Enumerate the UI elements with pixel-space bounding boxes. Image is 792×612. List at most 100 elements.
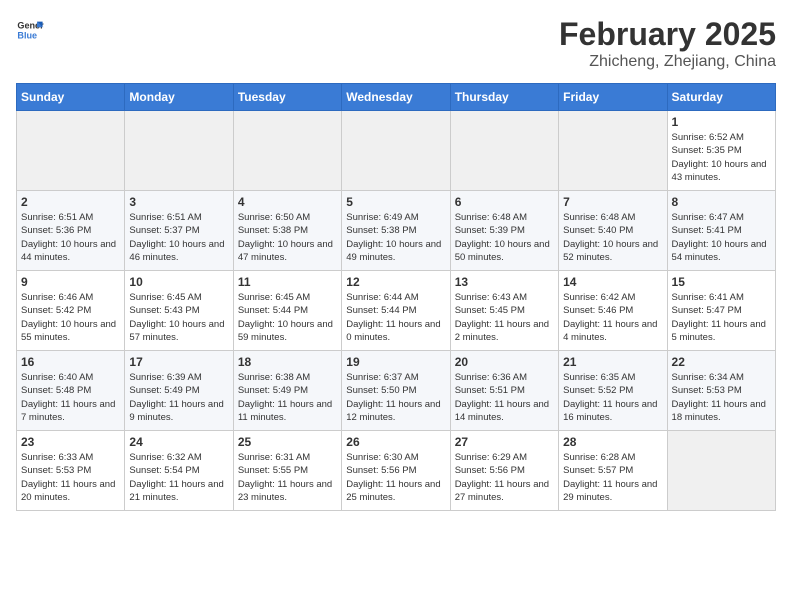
day-info: Sunrise: 6:51 AM Sunset: 5:37 PM Dayligh…: [129, 211, 228, 264]
day-number: 10: [129, 275, 228, 289]
calendar-day-cell: 6 Sunrise: 6:48 AM Sunset: 5:39 PM Daylig…: [450, 191, 558, 271]
day-number: 3: [129, 195, 228, 209]
calendar-day-cell: [233, 111, 341, 191]
calendar-day-cell: 3 Sunrise: 6:51 AM Sunset: 5:37 PM Daylig…: [125, 191, 233, 271]
calendar-day-cell: 7 Sunrise: 6:48 AM Sunset: 5:40 PM Daylig…: [559, 191, 667, 271]
day-info: Sunrise: 6:48 AM Sunset: 5:40 PM Dayligh…: [563, 211, 662, 264]
logo-icon: General Blue: [16, 16, 44, 44]
title-section: February 2025 Zhicheng, Zhejiang, China: [559, 16, 776, 71]
day-info: Sunrise: 6:31 AM Sunset: 5:55 PM Dayligh…: [238, 451, 337, 504]
day-number: 17: [129, 355, 228, 369]
weekday-header-cell: Monday: [125, 84, 233, 111]
day-number: 24: [129, 435, 228, 449]
day-number: 1: [672, 115, 771, 129]
weekday-header-cell: Wednesday: [342, 84, 450, 111]
calendar-day-cell: 5 Sunrise: 6:49 AM Sunset: 5:38 PM Daylig…: [342, 191, 450, 271]
calendar-week-row: 2 Sunrise: 6:51 AM Sunset: 5:36 PM Daylig…: [17, 191, 776, 271]
day-number: 13: [455, 275, 554, 289]
calendar-day-cell: 2 Sunrise: 6:51 AM Sunset: 5:36 PM Daylig…: [17, 191, 125, 271]
day-info: Sunrise: 6:45 AM Sunset: 5:44 PM Dayligh…: [238, 291, 337, 344]
day-number: 2: [21, 195, 120, 209]
weekday-header-row: SundayMondayTuesdayWednesdayThursdayFrid…: [17, 84, 776, 111]
day-number: 22: [672, 355, 771, 369]
day-number: 15: [672, 275, 771, 289]
day-info: Sunrise: 6:50 AM Sunset: 5:38 PM Dayligh…: [238, 211, 337, 264]
day-number: 11: [238, 275, 337, 289]
calendar-day-cell: 25 Sunrise: 6:31 AM Sunset: 5:55 PM Dayli…: [233, 431, 341, 511]
day-number: 9: [21, 275, 120, 289]
calendar-day-cell: 21Sunrise: 6:35 AM Sunset: 5:52 PM Dayli…: [559, 351, 667, 431]
day-number: 23: [21, 435, 120, 449]
calendar-day-cell: [342, 111, 450, 191]
day-info: Sunrise: 6:36 AM Sunset: 5:51 PM Dayligh…: [455, 371, 554, 424]
calendar-day-cell: [125, 111, 233, 191]
day-number: 4: [238, 195, 337, 209]
day-info: Sunrise: 6:44 AM Sunset: 5:44 PM Dayligh…: [346, 291, 445, 344]
day-number: 6: [455, 195, 554, 209]
day-number: 21: [563, 355, 662, 369]
calendar-day-cell: 23Sunrise: 6:33 AM Sunset: 5:53 PM Dayli…: [17, 431, 125, 511]
weekday-header-cell: Friday: [559, 84, 667, 111]
day-info: Sunrise: 6:38 AM Sunset: 5:49 PM Dayligh…: [238, 371, 337, 424]
day-info: Sunrise: 6:40 AM Sunset: 5:48 PM Dayligh…: [21, 371, 120, 424]
calendar-day-cell: 16 Sunrise: 6:40 AM Sunset: 5:48 PM Dayli…: [17, 351, 125, 431]
day-info: Sunrise: 6:46 AM Sunset: 5:42 PM Dayligh…: [21, 291, 120, 344]
calendar-day-cell: 17 Sunrise: 6:39 AM Sunset: 5:49 PM Dayli…: [125, 351, 233, 431]
day-number: 19: [346, 355, 445, 369]
day-number: 7: [563, 195, 662, 209]
calendar-day-cell: [450, 111, 558, 191]
calendar-day-cell: 10 Sunrise: 6:45 AM Sunset: 5:43 PM Dayli…: [125, 271, 233, 351]
day-number: 28: [563, 435, 662, 449]
weekday-header-cell: Thursday: [450, 84, 558, 111]
day-info: Sunrise: 6:30 AM Sunset: 5:56 PM Dayligh…: [346, 451, 445, 504]
calendar-day-cell: 11 Sunrise: 6:45 AM Sunset: 5:44 PM Dayli…: [233, 271, 341, 351]
calendar-day-cell: 8 Sunrise: 6:47 AM Sunset: 5:41 PM Daylig…: [667, 191, 775, 271]
svg-text:Blue: Blue: [17, 30, 37, 40]
calendar-day-cell: 13 Sunrise: 6:43 AM Sunset: 5:45 PM Dayli…: [450, 271, 558, 351]
weekday-header-cell: Saturday: [667, 84, 775, 111]
day-info: Sunrise: 6:37 AM Sunset: 5:50 PM Dayligh…: [346, 371, 445, 424]
day-info: Sunrise: 6:49 AM Sunset: 5:38 PM Dayligh…: [346, 211, 445, 264]
calendar-week-row: 9 Sunrise: 6:46 AM Sunset: 5:42 PM Daylig…: [17, 271, 776, 351]
location-title: Zhicheng, Zhejiang, China: [559, 53, 776, 71]
day-info: Sunrise: 6:45 AM Sunset: 5:43 PM Dayligh…: [129, 291, 228, 344]
calendar-day-cell: 28 Sunrise: 6:28 AM Sunset: 5:57 PM Dayli…: [559, 431, 667, 511]
calendar-day-cell: [559, 111, 667, 191]
day-number: 26: [346, 435, 445, 449]
calendar-day-cell: 24Sunrise: 6:32 AM Sunset: 5:54 PM Dayli…: [125, 431, 233, 511]
calendar-week-row: 16 Sunrise: 6:40 AM Sunset: 5:48 PM Dayli…: [17, 351, 776, 431]
day-info: Sunrise: 6:42 AM Sunset: 5:46 PM Dayligh…: [563, 291, 662, 344]
day-info: Sunrise: 6:41 AM Sunset: 5:47 PM Dayligh…: [672, 291, 771, 344]
day-number: 14: [563, 275, 662, 289]
day-info: Sunrise: 6:47 AM Sunset: 5:41 PM Dayligh…: [672, 211, 771, 264]
day-number: 12: [346, 275, 445, 289]
month-title: February 2025: [559, 16, 776, 53]
day-info: Sunrise: 6:48 AM Sunset: 5:39 PM Dayligh…: [455, 211, 554, 264]
day-info: Sunrise: 6:28 AM Sunset: 5:57 PM Dayligh…: [563, 451, 662, 504]
calendar-body: 1Sunrise: 6:52 AM Sunset: 5:35 PM Daylig…: [17, 111, 776, 511]
calendar-day-cell: [667, 431, 775, 511]
day-number: 5: [346, 195, 445, 209]
day-number: 16: [21, 355, 120, 369]
calendar-table: SundayMondayTuesdayWednesdayThursdayFrid…: [16, 83, 776, 511]
day-number: 18: [238, 355, 337, 369]
calendar-day-cell: 22 Sunrise: 6:34 AM Sunset: 5:53 PM Dayli…: [667, 351, 775, 431]
day-info: Sunrise: 6:39 AM Sunset: 5:49 PM Dayligh…: [129, 371, 228, 424]
day-info: Sunrise: 6:43 AM Sunset: 5:45 PM Dayligh…: [455, 291, 554, 344]
calendar-day-cell: 1Sunrise: 6:52 AM Sunset: 5:35 PM Daylig…: [667, 111, 775, 191]
weekday-header-cell: Tuesday: [233, 84, 341, 111]
day-number: 27: [455, 435, 554, 449]
calendar-day-cell: [17, 111, 125, 191]
weekday-header-cell: Sunday: [17, 84, 125, 111]
day-number: 8: [672, 195, 771, 209]
day-info: Sunrise: 6:51 AM Sunset: 5:36 PM Dayligh…: [21, 211, 120, 264]
calendar-day-cell: 14 Sunrise: 6:42 AM Sunset: 5:46 PM Dayli…: [559, 271, 667, 351]
calendar-week-row: 1Sunrise: 6:52 AM Sunset: 5:35 PM Daylig…: [17, 111, 776, 191]
day-number: 20: [455, 355, 554, 369]
day-info: Sunrise: 6:34 AM Sunset: 5:53 PM Dayligh…: [672, 371, 771, 424]
calendar-day-cell: 9 Sunrise: 6:46 AM Sunset: 5:42 PM Daylig…: [17, 271, 125, 351]
day-number: 25: [238, 435, 337, 449]
header: General Blue February 2025 Zhicheng, Zhe…: [16, 16, 776, 71]
calendar-week-row: 23Sunrise: 6:33 AM Sunset: 5:53 PM Dayli…: [17, 431, 776, 511]
calendar-day-cell: 18 Sunrise: 6:38 AM Sunset: 5:49 PM Dayli…: [233, 351, 341, 431]
